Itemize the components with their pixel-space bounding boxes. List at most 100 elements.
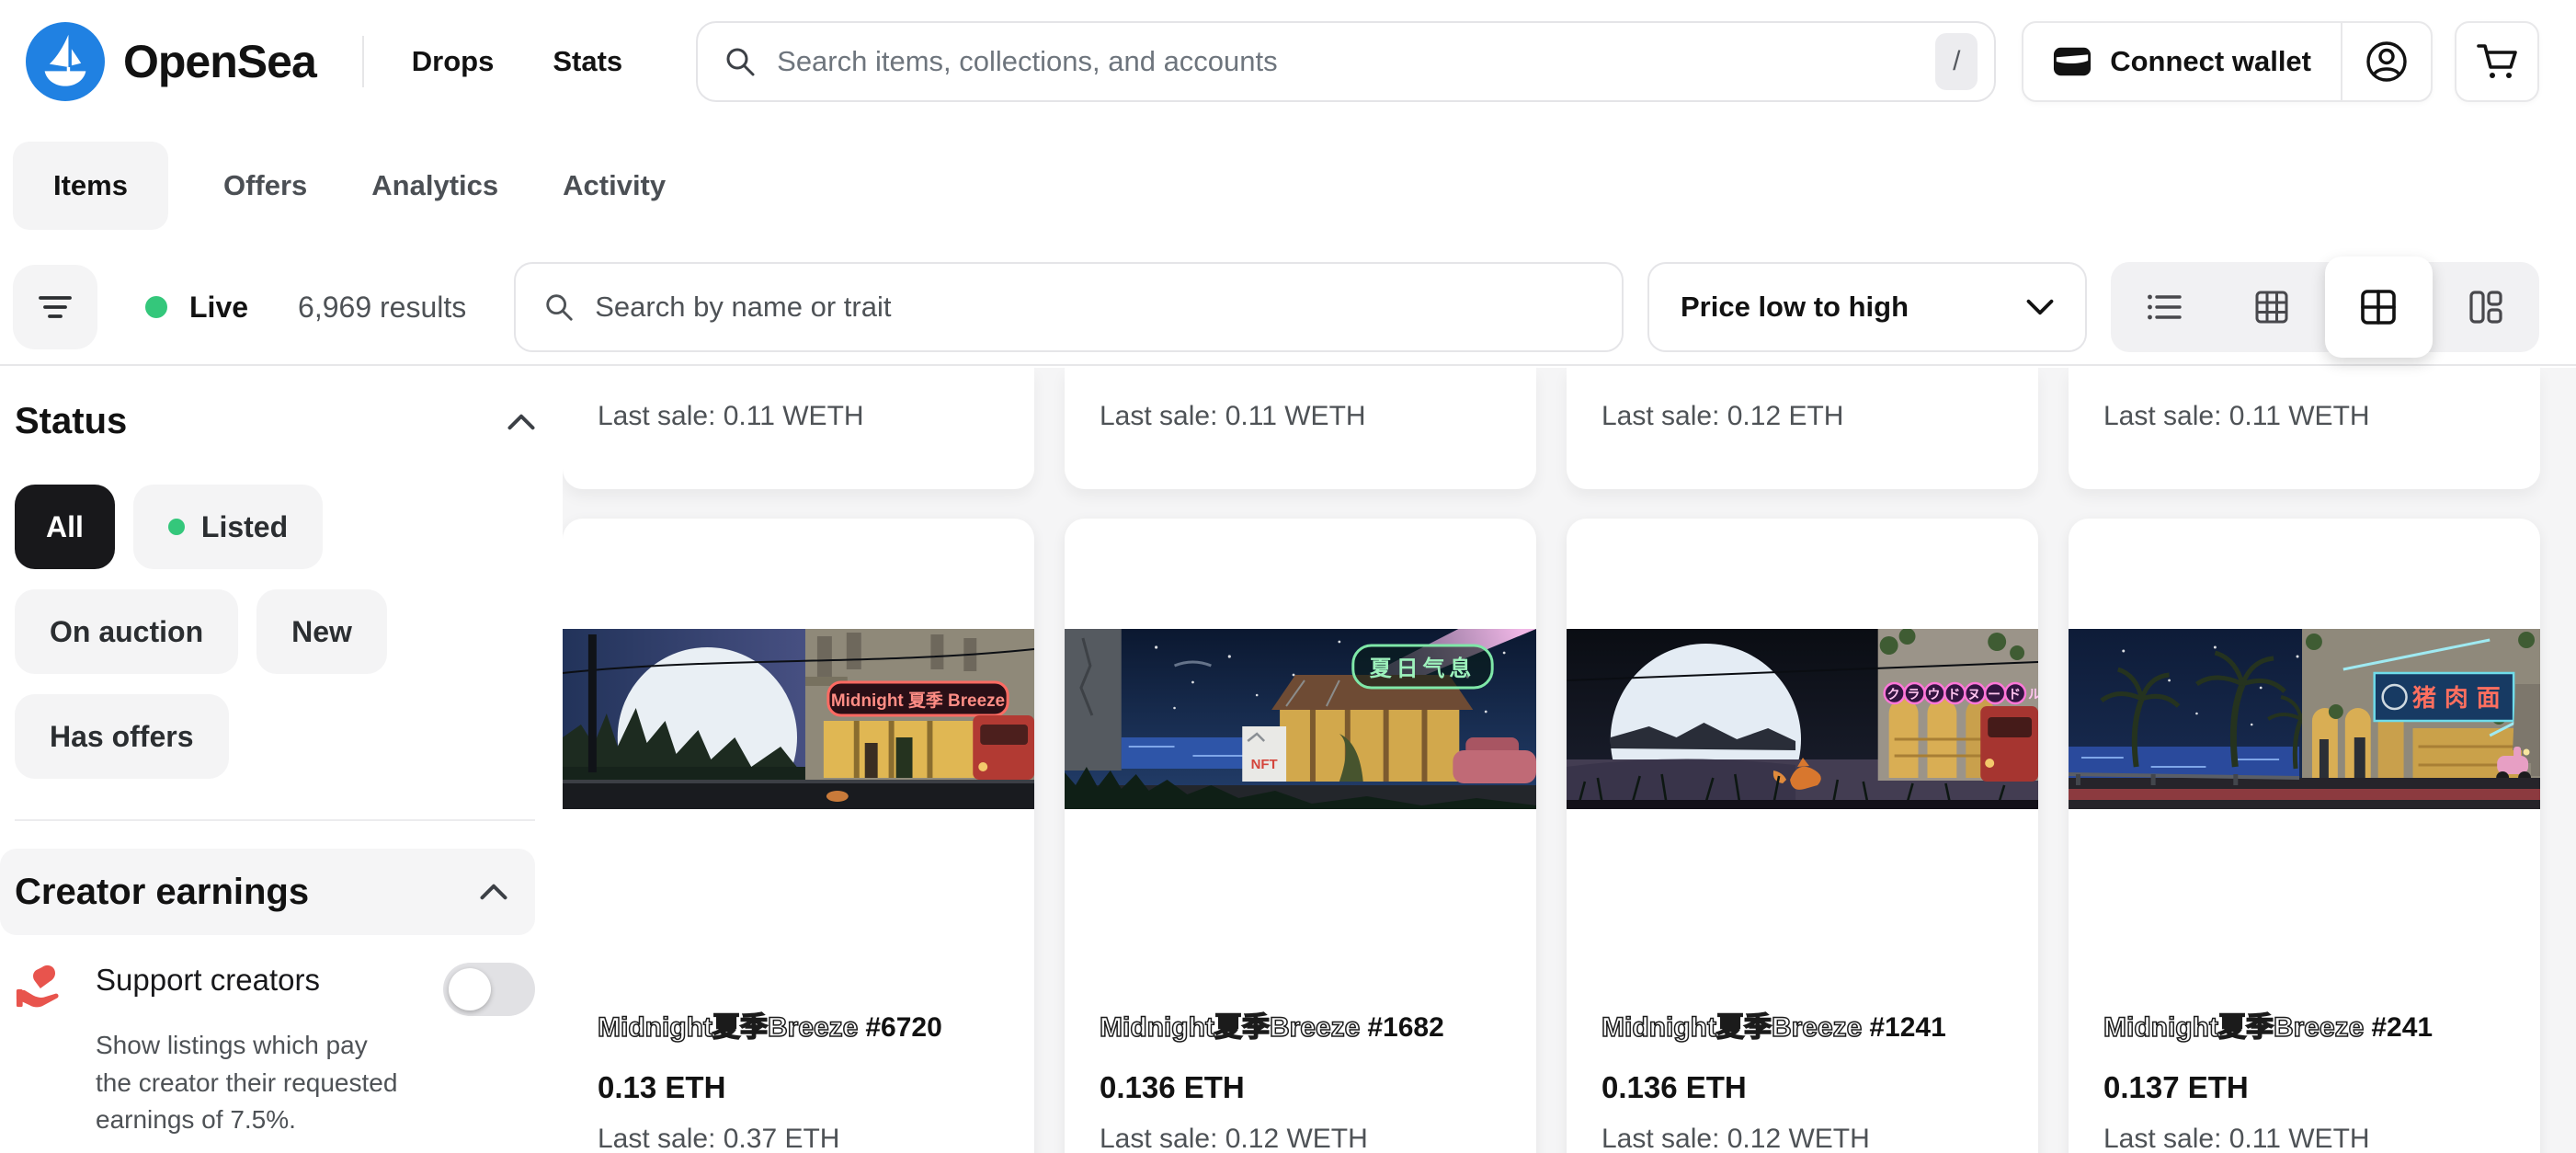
small-sign-text: NFT <box>1251 757 1278 772</box>
status-chip-on-auction[interactable]: On auction <box>15 589 238 674</box>
live-dot-icon <box>145 296 167 318</box>
view-mode-switcher <box>2111 262 2539 352</box>
nft-artwork-moon-fox: クラウドヌードル <box>1567 629 2038 809</box>
nft-price: 0.13 ETH <box>598 1070 999 1105</box>
wallet-button-group: Connect wallet <box>2022 21 2433 102</box>
nft-card[interactable]: 夏日气息 NFT Midnight夏季Breeze#1682 0.136 ETH… <box>1065 519 1536 1153</box>
masonry-view-icon <box>2468 290 2503 325</box>
support-creators-toggle[interactable] <box>443 963 535 1016</box>
partial-card-row: Last sale: 0.11 WETH Last sale: 0.11 WET… <box>563 368 2576 489</box>
search-shortcut-badge: / <box>1935 33 1978 90</box>
nft-card[interactable]: 猪肉面 Midnight夏季Breeze#241 <box>2069 519 2540 1153</box>
connect-wallet-button[interactable]: Connect wallet <box>2023 23 2341 100</box>
nft-last-sale: Last sale: 0.12 WETH <box>1601 1124 2003 1153</box>
cart-button[interactable] <box>2455 21 2539 102</box>
view-masonry-button[interactable] <box>2433 262 2540 352</box>
nft-media: 夏日气息 NFT <box>1065 519 1536 991</box>
last-sale: Last sale: 0.12 ETH <box>1601 401 2003 432</box>
status-chip-all[interactable]: All <box>15 485 115 569</box>
last-sale: Last sale: 0.11 WETH <box>1100 401 1501 432</box>
nft-info: Midnight夏季Breeze#1241 0.136 ETH Last sal… <box>1567 991 2038 1153</box>
profile-button[interactable] <box>2342 23 2431 100</box>
nft-last-sale: Last sale: 0.12 WETH <box>1100 1124 1501 1153</box>
neon-sign-text: クラウドヌードル <box>1887 687 2038 702</box>
tab-activity[interactable]: Activity <box>563 169 666 202</box>
search-icon <box>724 45 757 78</box>
nft-info: Midnight夏季Breeze#1682 0.136 ETH Last sal… <box>1065 991 1536 1153</box>
profile-icon <box>2365 40 2409 84</box>
neon-sign-text: Midnight 夏季 Breeze <box>831 691 1005 711</box>
view-grid-button[interactable] <box>2325 257 2433 358</box>
nft-media: Midnight 夏季 Breeze <box>563 519 1034 991</box>
trait-search-bar[interactable] <box>514 262 1624 352</box>
nft-id: #6720 <box>865 1012 941 1043</box>
filter-icon <box>37 291 74 324</box>
neon-sign-text: 夏日气息 <box>1370 656 1476 681</box>
nft-title: Midnight夏季Breeze#1682 <box>1100 1004 1501 1045</box>
status-title: Status <box>15 401 127 442</box>
nft-price: 0.137 ETH <box>2103 1070 2505 1105</box>
nft-id: #1682 <box>1367 1012 1443 1043</box>
nft-price: 0.136 ETH <box>1100 1070 1501 1105</box>
nft-media: 猪肉面 <box>2069 519 2540 991</box>
toggle-knob <box>449 968 491 1010</box>
listed-dot-icon <box>168 519 185 535</box>
collection-tabs: Items Offers Analytics Activity <box>0 123 2576 248</box>
live-label: Live <box>189 291 248 325</box>
nft-name: Midnight夏季Breeze <box>1601 1012 1862 1043</box>
nft-info: Midnight夏季Breeze#6720 0.13 ETH Last sale… <box>563 991 1034 1153</box>
nft-card[interactable]: Midnight 夏季 Breeze Midnight夏季Breeze#6720… <box>563 519 1034 1153</box>
nft-id: #241 <box>2371 1012 2433 1043</box>
list-view-icon <box>2146 291 2183 323</box>
status-chip-listed-label: Listed <box>201 510 288 544</box>
nav-link-stats[interactable]: Stats <box>553 45 622 78</box>
nft-id: #1241 <box>1869 1012 1945 1043</box>
support-creators-label: Support creators <box>96 963 320 998</box>
nft-card[interactable]: クラウドヌードル Midnight夏季Breeze#1241 0.136 ETH… <box>1567 519 2038 1153</box>
nft-card-partial[interactable]: Last sale: 0.12 ETH <box>1567 368 2038 489</box>
nft-card-partial[interactable]: Last sale: 0.11 WETH <box>2069 368 2540 489</box>
status-chips: All Listed On auction New Has offers <box>15 485 535 779</box>
status-chip-new[interactable]: New <box>256 589 387 674</box>
tab-offers[interactable]: Offers <box>223 169 307 202</box>
sort-selected-label: Price low to high <box>1681 291 1909 324</box>
items-grid: Last sale: 0.11 WETH Last sale: 0.11 WET… <box>563 368 2576 1153</box>
global-search-input[interactable] <box>777 45 1935 78</box>
nft-title: Midnight夏季Breeze#6720 <box>598 1004 999 1045</box>
nft-media: クラウドヌードル <box>1567 519 2038 991</box>
status-chip-has-offers[interactable]: Has offers <box>15 694 229 779</box>
opensea-logo-icon[interactable] <box>26 22 105 101</box>
chevron-down-icon <box>2026 299 2054 315</box>
nft-last-sale: Last sale: 0.11 WETH <box>2103 1124 2505 1153</box>
support-creators-row: Support creators <box>15 963 535 1016</box>
nft-last-sale: Last sale: 0.37 ETH <box>598 1124 999 1153</box>
sticky-header: OpenSea Drops Stats / Connect wallet <box>0 0 2576 366</box>
neon-sign-text: 猪肉面 <box>2412 685 2509 712</box>
status-chip-listed[interactable]: Listed <box>133 485 323 569</box>
sort-dropdown[interactable]: Price low to high <box>1647 262 2087 352</box>
brand-name[interactable]: OpenSea <box>123 35 316 88</box>
nft-artwork-comet-shop: 夏日气息 NFT <box>1065 629 1536 809</box>
sidebar-divider <box>15 819 535 821</box>
nft-card-partial[interactable]: Last sale: 0.11 WETH <box>563 368 1034 489</box>
creator-earnings-section-header[interactable]: Creator earnings <box>0 849 535 935</box>
chevron-up-icon <box>480 884 507 900</box>
nft-card-partial[interactable]: Last sale: 0.11 WETH <box>1065 368 1536 489</box>
last-sale: Last sale: 0.11 WETH <box>2103 401 2505 432</box>
card-row: Midnight 夏季 Breeze Midnight夏季Breeze#6720… <box>563 519 2576 1153</box>
global-search-bar[interactable]: / <box>696 21 1996 102</box>
tab-items[interactable]: Items <box>13 142 168 230</box>
chevron-up-icon <box>507 414 535 430</box>
tab-analytics[interactable]: Analytics <box>371 169 498 202</box>
status-section-header[interactable]: Status <box>15 401 535 442</box>
view-dense-grid-button[interactable] <box>2218 262 2326 352</box>
results-count: 6,969 results <box>298 291 466 325</box>
nav-link-drops[interactable]: Drops <box>412 45 495 78</box>
connect-wallet-label: Connect wallet <box>2110 45 2311 78</box>
trait-search-input[interactable] <box>595 291 1594 324</box>
filters-button[interactable] <box>13 265 97 349</box>
creator-earnings-description: Show listings which pay the creator thei… <box>96 1027 399 1139</box>
top-navbar: OpenSea Drops Stats / Connect wallet <box>0 0 2576 123</box>
view-list-button[interactable] <box>2111 262 2218 352</box>
nft-name: Midnight夏季Breeze <box>1100 1012 1360 1043</box>
